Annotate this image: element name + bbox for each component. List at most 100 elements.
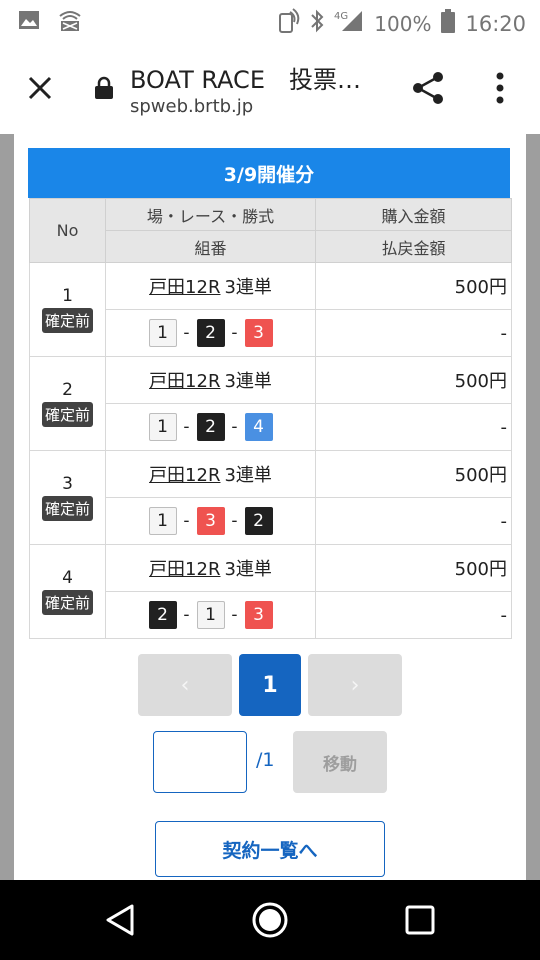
combination-cell: 1-2-3 xyxy=(105,309,316,357)
bluetooth-icon xyxy=(310,9,324,38)
header-combo: 組番 xyxy=(105,230,316,263)
boat-number-badge: 2 xyxy=(148,601,177,629)
purchase-amount: 500円 xyxy=(315,356,512,404)
combo-separator: - xyxy=(231,511,238,531)
combination-cell: 2-1-3 xyxy=(105,591,316,639)
battery-icon xyxy=(441,9,456,38)
boat-number-badge: 4 xyxy=(244,413,273,441)
pagination: ‹ 1 › xyxy=(14,654,526,716)
combo-separator: - xyxy=(231,605,238,625)
wifi-off-icon xyxy=(58,10,82,36)
bet-row: 4 確定前 戸田12R 3連単 500円 xyxy=(29,544,512,639)
page-title: BOAT RACE 投票… xyxy=(130,66,361,94)
header-race: 場・レース・勝式 xyxy=(105,198,316,231)
payout-amount: - xyxy=(315,497,512,545)
bet-type: 3連単 xyxy=(224,371,272,392)
gallery-icon xyxy=(18,10,40,36)
page-number-input[interactable] xyxy=(153,731,247,793)
purchase-amount: 500円 xyxy=(315,544,512,592)
boat-number-badge: 3 xyxy=(244,319,273,347)
race-cell: 戸田12R 3連単 xyxy=(105,262,316,310)
more-options-icon[interactable] xyxy=(490,70,510,106)
boat-number-badge: 1 xyxy=(148,507,177,535)
bet-number: 1 xyxy=(62,286,73,306)
combo-separator: - xyxy=(183,417,190,437)
purchase-amount: 500円 xyxy=(315,262,512,310)
combo-separator: - xyxy=(231,417,238,437)
race-link[interactable]: 戸田12R xyxy=(149,559,220,580)
battery-percent: 100% xyxy=(374,11,432,36)
header-no: No xyxy=(29,198,106,263)
bets-table: No 場・レース・勝式 購入金額 組番 払戻金額 1 確定前 戸田12R 3連単 500… xyxy=(29,198,512,639)
payout-amount: - xyxy=(315,403,512,451)
boat-number-badge: 1 xyxy=(148,319,177,347)
nfc-icon xyxy=(274,8,300,39)
bet-number-cell: 4 確定前 xyxy=(29,544,106,639)
boat-number-badge: 2 xyxy=(244,507,273,535)
payout-amount: - xyxy=(315,591,512,639)
share-icon[interactable] xyxy=(410,70,446,106)
bet-row: 2 確定前 戸田12R 3連単 500円 xyxy=(29,356,512,451)
page-jump: /1 移動 xyxy=(14,731,526,793)
race-link[interactable]: 戸田12R xyxy=(149,465,220,486)
status-badge: 確定前 xyxy=(41,308,93,333)
race-cell: 戸田12R 3連単 xyxy=(105,544,316,592)
clock: 16:20 xyxy=(465,11,526,36)
boat-number-badge: 1 xyxy=(196,601,225,629)
navigation-bar xyxy=(0,880,540,960)
race-link[interactable]: 戸田12R xyxy=(149,277,220,298)
combination-cell: 1-3-2 xyxy=(105,497,316,545)
bet-number: 3 xyxy=(62,474,73,494)
bet-history-panel: 3/9開催分 No 場・レース・勝式 購入金額 組番 払戻金額 1 確定前 戸田12… xyxy=(14,134,526,880)
bet-number: 2 xyxy=(62,380,73,400)
page-total: /1 xyxy=(256,749,275,771)
boat-number-badge: 1 xyxy=(148,413,177,441)
page-url[interactable]: spweb.brtb.jp xyxy=(130,96,253,117)
combo-separator: - xyxy=(183,605,190,625)
bet-type: 3連単 xyxy=(224,559,272,580)
combo-separator: - xyxy=(183,511,190,531)
boat-number-badge: 2 xyxy=(196,413,225,441)
move-button[interactable]: 移動 xyxy=(293,731,387,793)
boat-number-badge: 3 xyxy=(244,601,273,629)
recent-apps-icon[interactable] xyxy=(404,904,436,940)
boat-number-badge: 2 xyxy=(196,319,225,347)
home-icon[interactable] xyxy=(250,900,290,944)
next-page-button[interactable]: › xyxy=(308,654,402,716)
bet-number-cell: 2 確定前 xyxy=(29,356,106,451)
close-icon[interactable] xyxy=(24,72,56,104)
combo-separator: - xyxy=(231,323,238,343)
payout-amount: - xyxy=(315,309,512,357)
contracts-list-button[interactable]: 契約一覧へ xyxy=(155,821,385,877)
combination-cell: 1-2-4 xyxy=(105,403,316,451)
purchase-amount: 500円 xyxy=(315,450,512,498)
lock-icon xyxy=(94,76,114,104)
bet-row: 1 確定前 戸田12R 3連単 500円 xyxy=(29,262,512,357)
bet-type: 3連単 xyxy=(224,277,272,298)
header-payout: 払戻金額 xyxy=(315,230,512,263)
status-badge: 確定前 xyxy=(41,590,93,615)
svg-text:4G: 4G xyxy=(334,11,348,22)
race-cell: 戸田12R 3連単 xyxy=(105,450,316,498)
date-header: 3/9開催分 xyxy=(28,148,510,198)
boat-number-badge: 3 xyxy=(196,507,225,535)
bet-number-cell: 3 確定前 xyxy=(29,450,106,545)
current-page-button[interactable]: 1 xyxy=(239,654,301,716)
bet-row: 3 確定前 戸田12R 3連単 500円 xyxy=(29,450,512,545)
status-bar: 4G 100% 16:20 xyxy=(0,0,540,42)
status-badge: 確定前 xyxy=(41,402,93,427)
bets-table-body: 1 確定前 戸田12R 3連単 500円 1-2-3-2 確定前 戸田12R 3連単 500円 1-… xyxy=(29,262,512,639)
prev-page-button[interactable]: ‹ xyxy=(138,654,232,716)
signal-icon: 4G xyxy=(334,9,364,38)
race-link[interactable]: 戸田12R xyxy=(149,371,220,392)
browser-toolbar: BOAT RACE 投票… spweb.brtb.jp xyxy=(0,42,540,134)
back-icon[interactable] xyxy=(104,902,136,942)
bet-number-cell: 1 確定前 xyxy=(29,262,106,357)
combo-separator: - xyxy=(183,323,190,343)
page-content: 3/9開催分 No 場・レース・勝式 購入金額 組番 払戻金額 1 確定前 戸田12… xyxy=(0,134,540,880)
bet-type: 3連単 xyxy=(224,465,272,486)
bet-number: 4 xyxy=(62,568,73,588)
status-badge: 確定前 xyxy=(41,496,93,521)
race-cell: 戸田12R 3連単 xyxy=(105,356,316,404)
header-purchase: 購入金額 xyxy=(315,198,512,231)
